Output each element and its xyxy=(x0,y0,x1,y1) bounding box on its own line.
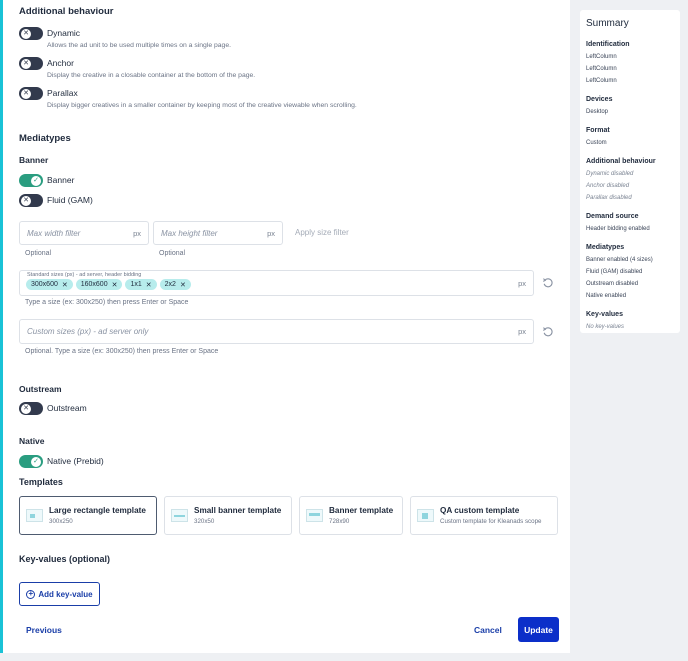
plus-icon: + xyxy=(26,589,36,599)
custom-sizes-hint: Optional. Type a size (ex: 300x250) then… xyxy=(25,348,219,355)
banner-toggle[interactable]: ✓ xyxy=(19,174,43,187)
toggle-off-icon: ✕ xyxy=(21,403,31,414)
standard-sizes-field[interactable]: Standard sizes (px) - ad server, header … xyxy=(19,270,534,296)
toggle-row-fluid: ✕ Fluid (GAM) xyxy=(19,194,93,207)
summary-title: Summary xyxy=(586,18,629,29)
cancel-button[interactable]: Cancel xyxy=(474,625,502,635)
reset-icon[interactable] xyxy=(542,326,554,338)
summary-demand-source: Demand source Header bidding enabled xyxy=(586,213,650,232)
toggle-row-outstream: ✕ Outstream xyxy=(19,402,87,415)
toggle-off-icon: ✕ xyxy=(21,195,31,206)
parallax-desc: Display bigger creatives in a smaller co… xyxy=(47,102,357,109)
max-width-input[interactable] xyxy=(27,228,134,238)
summary-panel: Summary Identification LeftColumn LeftCo… xyxy=(580,10,680,333)
template-card-small-banner[interactable]: Small banner template 320x50 xyxy=(164,496,292,535)
section-title-behaviour: Additional behaviour xyxy=(19,6,114,17)
template-size: 320x50 xyxy=(194,518,215,525)
template-name: Large rectangle template xyxy=(49,506,146,515)
size-chip: 2x2 ✕ xyxy=(159,279,191,290)
template-description: Custom template for Kleanads scope xyxy=(440,518,542,525)
max-height-field[interactable]: px xyxy=(153,221,283,245)
dynamic-desc: Allows the ad unit to be used multiple t… xyxy=(47,42,232,49)
native-toggle-label: Native (Prebid) xyxy=(47,456,104,466)
size-chip: 1x1 ✕ xyxy=(125,279,157,290)
subtitle-native: Native xyxy=(19,436,45,446)
outstream-toggle-label: Outstream xyxy=(47,403,87,413)
section-title-mediatypes: Mediatypes xyxy=(19,133,71,144)
max-height-unit: px xyxy=(267,228,275,238)
summary-devices: Devices Desktop xyxy=(586,96,613,115)
template-thumbnail-icon xyxy=(26,509,43,522)
standard-sizes-unit: px xyxy=(518,279,526,288)
check-icon: ✓ xyxy=(31,175,41,186)
anchor-toggle[interactable]: ✕ xyxy=(19,57,43,70)
summary-mediatypes: Mediatypes Banner enabled (4 sizes) Flui… xyxy=(586,244,653,299)
template-size: 728x90 xyxy=(329,518,350,525)
custom-sizes-unit: px xyxy=(518,327,526,336)
section-title-keyvalues: Key-values (optional) xyxy=(19,554,111,564)
remove-chip-icon[interactable]: ✕ xyxy=(112,281,118,289)
subtitle-outstream: Outstream xyxy=(19,384,62,394)
anchor-label: Anchor xyxy=(47,58,74,68)
size-chip: 300x600 ✕ xyxy=(26,279,73,290)
previous-button[interactable]: Previous xyxy=(26,625,62,635)
native-toggle[interactable]: ✓ xyxy=(19,455,43,468)
reset-icon[interactable] xyxy=(542,277,554,289)
template-name: Small banner template xyxy=(194,506,282,515)
fluid-toggle[interactable]: ✕ xyxy=(19,194,43,207)
toggle-row-dynamic: ✕ Dynamic Allows the ad unit to be used … xyxy=(19,27,231,49)
toggle-row-anchor: ✕ Anchor Display the creative in a closa… xyxy=(19,57,255,79)
subtitle-banner: Banner xyxy=(19,155,49,165)
template-size: 300x250 xyxy=(49,518,73,525)
accent-bar xyxy=(0,0,3,653)
summary-identification: Identification LeftColumn LeftColumn Lef… xyxy=(586,41,630,84)
summary-key-values: Key-values No key-values xyxy=(586,311,625,330)
toggle-off-icon: ✕ xyxy=(21,28,31,39)
max-width-field[interactable]: px xyxy=(19,221,149,245)
summary-format: Format Custom xyxy=(586,127,610,146)
max-width-unit: px xyxy=(133,228,141,238)
dynamic-label: Dynamic xyxy=(47,28,81,38)
main-panel: Additional behaviour ✕ Dynamic Allows th… xyxy=(0,0,570,653)
max-height-input[interactable] xyxy=(161,228,268,238)
max-width-hint: Optional xyxy=(25,250,52,257)
template-thumbnail-icon xyxy=(417,509,434,522)
remove-chip-icon[interactable]: ✕ xyxy=(180,281,186,289)
remove-chip-icon[interactable]: ✕ xyxy=(146,281,152,289)
size-chips: 300x600 ✕ 160x600 ✕ 1x1 ✕ 2x2 ✕ xyxy=(26,279,191,290)
toggle-row-parallax: ✕ Parallax Display bigger creatives in a… xyxy=(19,87,357,109)
outstream-toggle[interactable]: ✕ xyxy=(19,402,43,415)
summary-additional-behaviour: Additional behaviour Dynamic disabled An… xyxy=(586,158,656,201)
max-height-hint: Optional xyxy=(159,250,186,257)
toggle-row-native: ✓ Native (Prebid) xyxy=(19,455,104,468)
update-button[interactable]: Update xyxy=(518,617,559,642)
toggle-off-icon: ✕ xyxy=(21,58,31,69)
template-name: QA custom template xyxy=(440,506,520,515)
toggle-off-icon: ✕ xyxy=(21,88,31,99)
add-key-value-label: Add key-value xyxy=(38,589,93,599)
parallax-toggle[interactable]: ✕ xyxy=(19,87,43,100)
standard-sizes-hint: Type a size (ex: 300x250) then press Ent… xyxy=(25,299,189,306)
remove-chip-icon[interactable]: ✕ xyxy=(62,281,68,289)
template-thumbnail-icon xyxy=(171,509,188,522)
standard-sizes-label: Standard sizes (px) - ad server, header … xyxy=(27,272,142,278)
template-name: Banner template xyxy=(329,506,394,515)
banner-toggle-label: Banner xyxy=(47,175,75,185)
template-thumbnail-icon xyxy=(306,509,323,522)
apply-size-filter-button[interactable]: Apply size filter xyxy=(295,228,349,237)
add-key-value-button[interactable]: + Add key-value xyxy=(19,582,100,606)
parallax-label: Parallax xyxy=(47,88,78,98)
section-title-templates: Templates xyxy=(19,477,63,487)
custom-sizes-input[interactable] xyxy=(27,327,519,336)
dynamic-toggle[interactable]: ✕ xyxy=(19,27,43,40)
toggle-row-banner: ✓ Banner xyxy=(19,174,74,187)
size-chip: 160x600 ✕ xyxy=(75,279,123,290)
anchor-desc: Display the creative in a closable conta… xyxy=(47,72,256,79)
template-card-large-rectangle[interactable]: Large rectangle template 300x250 xyxy=(19,496,157,535)
template-card-banner[interactable]: Banner template 728x90 xyxy=(299,496,403,535)
check-icon: ✓ xyxy=(31,456,41,467)
template-card-qa-custom[interactable]: QA custom template Custom template for K… xyxy=(410,496,558,535)
custom-sizes-field[interactable]: px xyxy=(19,319,534,344)
fluid-toggle-label: Fluid (GAM) xyxy=(47,195,93,205)
